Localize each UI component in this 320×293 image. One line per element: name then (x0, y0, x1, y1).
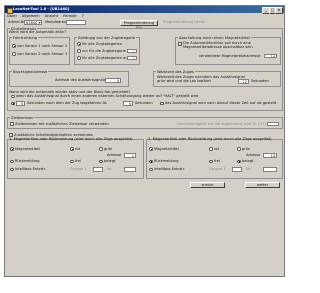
m2-gruen-radio[interactable] (237, 147, 241, 151)
sensor2-label: von Sensor 2 nach Sensor 1 (17, 51, 68, 56)
magnet-addr-input[interactable]: 14 (264, 53, 277, 58)
m1-belegt-label: belegt (104, 159, 116, 163)
m1-magnet-label: Magnetartikel (15, 146, 40, 151)
m1-rueck-radio[interactable] (10, 159, 14, 163)
m2-belegt-radio[interactable] (237, 159, 241, 163)
back-button[interactable]: zurück (190, 182, 225, 188)
zug-nur-radio[interactable] (77, 49, 81, 53)
menu-bar: Datei Allgemein Ansicht Fenster ? (5, 13, 284, 19)
automatik-question: Wann wird die Automatik aktiv? (9, 30, 67, 34)
app-window: LocoNet-Tool 1.6 - [UB1460] _ □ × Datei … (4, 5, 285, 277)
window-title: LocoNet-Tool 1.6 - [UB1460] (13, 7, 70, 11)
release-opt1-label: wenn das Ausfahrsignal durch einen ander… (16, 94, 199, 98)
ziel-check[interactable] (10, 122, 14, 126)
program-on-button[interactable]: Programmierung Ein (120, 19, 158, 30)
release-secs-unit: Sekunden (135, 101, 153, 105)
extra-check[interactable] (9, 133, 13, 137)
wartezeit-unit: Sekunden (251, 79, 269, 83)
ziel-title: Zielbremsen (10, 115, 35, 120)
m2-gruppe-input[interactable] (232, 167, 242, 172)
block-title: Blocksignaladresse (12, 69, 49, 74)
block-label: Adresse des Ausfahrtsignals (55, 78, 106, 82)
m1-nr-label: Nr. (107, 167, 112, 171)
m1-adresse-input[interactable]: 1 (124, 153, 136, 158)
zug-all-label: für alle Zugkategorien (82, 41, 123, 46)
m2-rot-radio[interactable] (209, 147, 213, 151)
m2-adresse-label: Adresse (246, 153, 261, 157)
ziel-speed-label: Geschwindigkeit auf die abgebremst wird … (177, 121, 266, 126)
zug-ausser-radio[interactable] (77, 56, 81, 60)
m2-title: 2. Magnetartikel oder Rückmeldung (wird … (148, 137, 272, 141)
fahrtrichtung-title: Fahrtrichtung (12, 35, 39, 40)
menu-help[interactable]: ? (82, 14, 84, 18)
m1-gruppe-input[interactable] (93, 167, 103, 172)
release-opt3-label: das Ausfahrsignal wird nach Ablauf diese… (165, 101, 277, 105)
magnet-text2: Magnetartikeladresse abschaltbar sein (183, 45, 253, 49)
ziel-speed-input[interactable]: 1 (267, 121, 279, 126)
menu-allgemein[interactable]: Allgemein (22, 14, 40, 18)
m2-nr-label: Nr. (246, 167, 251, 171)
magnet-check[interactable] (178, 42, 182, 46)
ready-label: Programmierung bereit (163, 20, 205, 24)
m2-intelli-radio[interactable] (149, 167, 153, 171)
m1-frei-label: frei (75, 159, 81, 163)
m1-gruen-label: grün (104, 146, 113, 151)
release-opt3-check[interactable] (160, 101, 164, 105)
wartezeit-input[interactable]: 12 (238, 79, 249, 84)
artikel-select[interactable]: 63840 (24, 20, 42, 25)
title-bar: LocoNet-Tool 1.6 - [UB1460] _ □ × (5, 6, 284, 14)
m2-magnet-label: Magnetartikel (154, 146, 179, 151)
m2-magnet-radio[interactable] (149, 147, 153, 151)
zug-nur-label: nur für die Zugkategorie (82, 48, 126, 53)
m2-rot-label: rot (214, 146, 220, 151)
release-opt1-radio[interactable] (11, 94, 15, 98)
m1-rueck-label: Rückmeldung (15, 159, 40, 163)
m1-rot-radio[interactable] (70, 147, 74, 151)
m1-frei-radio[interactable] (70, 159, 74, 163)
zugkategorie-title: Abhängig von der Zugkategorie (77, 35, 137, 40)
m2-frei-label: frei (214, 159, 220, 163)
m2-nr-input[interactable] (263, 167, 277, 172)
next-button[interactable]: weiter (245, 182, 280, 188)
m2-adresse-input[interactable]: 14 (263, 153, 277, 158)
sensor2-radio[interactable] (12, 52, 16, 56)
zug-all-radio[interactable] (77, 42, 81, 46)
m2-rueck-label: Rückmeldung (154, 159, 179, 163)
wartezeit-text2: grün wird und die Lok losfährt (157, 79, 211, 83)
m1-magnet-radio[interactable] (10, 147, 14, 151)
m2-gruen-label: grün (242, 146, 251, 151)
m2-frei-radio[interactable] (209, 159, 213, 163)
m2-belegt-label: belegt (242, 159, 254, 163)
m1-intelli-label: Intellibox-Fahrstr. (15, 167, 47, 171)
modul-input[interactable] (66, 20, 86, 25)
release-opt2-label: Sekunden nach dem der Zug losgefahren is… (27, 101, 107, 105)
m1-gruen-radio[interactable] (99, 147, 103, 151)
m1-gruppe-label: Gruppe 1 (70, 167, 87, 171)
release-secs-input[interactable]: 5 (16, 101, 25, 106)
ziel-check-label: Zielbremsen mit zusätzlichen Zielsensor … (15, 121, 109, 126)
block-input[interactable]: 5 (105, 78, 121, 83)
m2-rueck-radio[interactable] (149, 159, 153, 163)
sensor1-radio[interactable] (12, 44, 16, 48)
zug-ausser-label: für alle Zugkategorien außer (82, 55, 134, 60)
wartezeit-title: Wartezeit des Zuges (156, 69, 195, 74)
magnet-title: Abschaltung durch einen Magnetartikel (178, 35, 251, 40)
menu-fenster[interactable]: Fenster (63, 14, 76, 18)
m1-belegt-radio[interactable] (99, 159, 103, 163)
magnet-addr-label: verwendete Magnetartikeladresse (199, 53, 261, 58)
zug-nur-input[interactable]: 0 (127, 48, 137, 53)
m1-title: 1. Magnetartikel oder Rückmeldung (wird … (9, 137, 133, 141)
menu-datei[interactable]: Datei (7, 14, 17, 18)
m2-gruppe-label: Gruppe 1 (209, 167, 226, 171)
m1-intelli-radio[interactable] (10, 167, 14, 171)
sensor1-label: von Sensor 1 nach Sensor 2 (17, 43, 68, 48)
m1-nr-input[interactable] (124, 167, 136, 172)
m1-adresse-label: Adresse (107, 153, 122, 157)
zug-ausser-input[interactable]: 0 (127, 55, 137, 60)
release-opt2-radio[interactable] (11, 101, 15, 105)
m2-intelli-label: Intellibox-Fahrstr. (154, 167, 186, 171)
menu-ansicht[interactable]: Ansicht (45, 14, 58, 18)
m1-rot-label: rot (75, 146, 81, 151)
release-secs2-input[interactable]: 5 (123, 101, 133, 106)
